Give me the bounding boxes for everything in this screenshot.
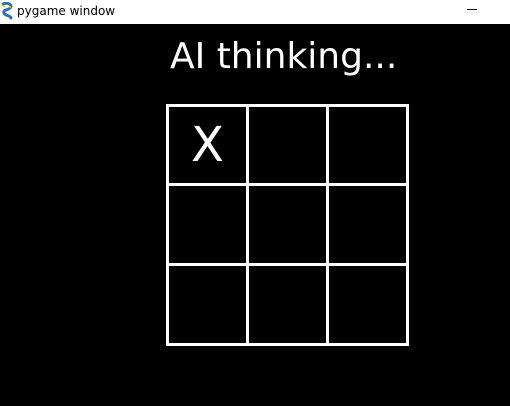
game-canvas[interactable]: AI thinking... X [0, 24, 510, 406]
game-status-text: AI thinking... [170, 36, 398, 77]
board-cell-r2-c1[interactable] [169, 186, 246, 263]
window-title: pygame window [17, 4, 116, 18]
board-cell-r1-c1[interactable]: X [169, 107, 246, 183]
window-titlebar[interactable]: pygame window [0, 0, 510, 24]
minimize-icon [467, 9, 477, 10]
minimize-button[interactable] [456, 0, 490, 24]
tic-tac-toe-board[interactable]: X [166, 104, 409, 346]
board-cell-r3-c3[interactable] [329, 266, 406, 343]
board-cell-r3-c1[interactable] [169, 266, 246, 343]
pygame-snake-icon [1, 2, 13, 20]
board-cell-r3-c2[interactable] [249, 266, 326, 343]
board-cell-r2-c3[interactable] [329, 186, 406, 263]
board-border-bottom [166, 343, 409, 346]
board-cell-r2-c2[interactable] [249, 186, 326, 263]
pygame-window: pygame window AI thinking... X [0, 0, 510, 406]
board-cell-r1-c2[interactable] [249, 107, 326, 183]
board-cell-r1-c3[interactable] [329, 107, 406, 183]
board-border-right [406, 104, 409, 346]
